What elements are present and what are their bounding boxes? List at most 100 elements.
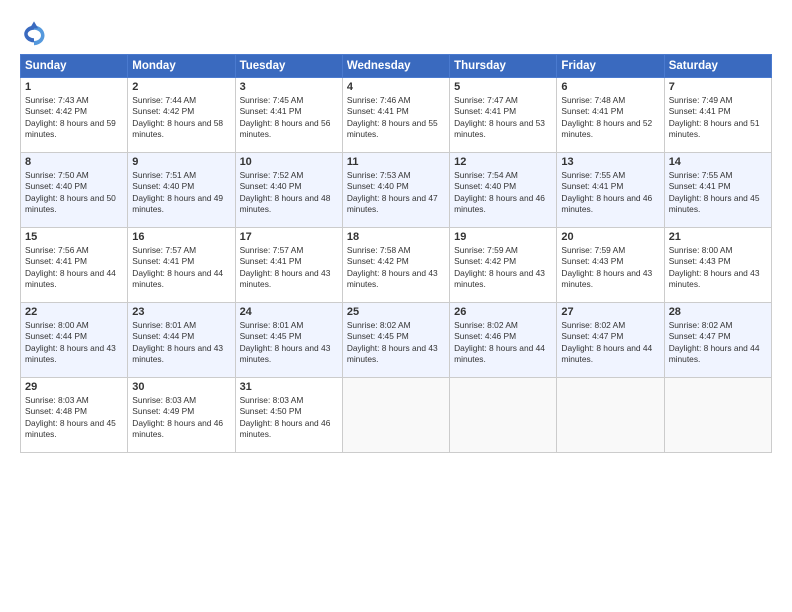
calendar-table: SundayMondayTuesdayWednesdayThursdayFrid… — [20, 54, 772, 453]
cell-info: Sunrise: 7:57 AMSunset: 4:41 PMDaylight:… — [240, 245, 331, 289]
calendar-cell: 7 Sunrise: 7:49 AMSunset: 4:41 PMDayligh… — [664, 78, 771, 153]
day-number: 8 — [25, 156, 123, 168]
calendar-body: 1 Sunrise: 7:43 AMSunset: 4:42 PMDayligh… — [21, 78, 772, 453]
weekday-header: Tuesday — [235, 55, 342, 78]
weekday-header: Thursday — [450, 55, 557, 78]
day-number: 1 — [25, 81, 123, 93]
logo-icon — [20, 20, 48, 48]
day-number: 20 — [561, 231, 659, 243]
cell-info: Sunrise: 7:49 AMSunset: 4:41 PMDaylight:… — [669, 95, 760, 139]
calendar-header: SundayMondayTuesdayWednesdayThursdayFrid… — [21, 55, 772, 78]
cell-info: Sunrise: 7:48 AMSunset: 4:41 PMDaylight:… — [561, 95, 652, 139]
day-number: 14 — [669, 156, 767, 168]
cell-info: Sunrise: 8:00 AMSunset: 4:44 PMDaylight:… — [25, 320, 116, 364]
cell-info: Sunrise: 7:59 AMSunset: 4:42 PMDaylight:… — [454, 245, 545, 289]
day-number: 26 — [454, 306, 552, 318]
calendar-cell: 9 Sunrise: 7:51 AMSunset: 4:40 PMDayligh… — [128, 153, 235, 228]
day-number: 10 — [240, 156, 338, 168]
cell-info: Sunrise: 7:46 AMSunset: 4:41 PMDaylight:… — [347, 95, 438, 139]
calendar-cell: 14 Sunrise: 7:55 AMSunset: 4:41 PMDaylig… — [664, 153, 771, 228]
day-number: 9 — [132, 156, 230, 168]
calendar-cell: 27 Sunrise: 8:02 AMSunset: 4:47 PMDaylig… — [557, 303, 664, 378]
cell-info: Sunrise: 7:57 AMSunset: 4:41 PMDaylight:… — [132, 245, 223, 289]
cell-info: Sunrise: 7:53 AMSunset: 4:40 PMDaylight:… — [347, 170, 438, 214]
day-number: 7 — [669, 81, 767, 93]
cell-info: Sunrise: 8:03 AMSunset: 4:50 PMDaylight:… — [240, 395, 331, 439]
calendar-cell: 3 Sunrise: 7:45 AMSunset: 4:41 PMDayligh… — [235, 78, 342, 153]
day-number: 30 — [132, 381, 230, 393]
cell-info: Sunrise: 7:47 AMSunset: 4:41 PMDaylight:… — [454, 95, 545, 139]
calendar-cell: 21 Sunrise: 8:00 AMSunset: 4:43 PMDaylig… — [664, 228, 771, 303]
weekday-header: Sunday — [21, 55, 128, 78]
cell-info: Sunrise: 7:43 AMSunset: 4:42 PMDaylight:… — [25, 95, 116, 139]
calendar-cell: 1 Sunrise: 7:43 AMSunset: 4:42 PMDayligh… — [21, 78, 128, 153]
calendar-cell: 19 Sunrise: 7:59 AMSunset: 4:42 PMDaylig… — [450, 228, 557, 303]
cell-info: Sunrise: 7:52 AMSunset: 4:40 PMDaylight:… — [240, 170, 331, 214]
calendar-cell: 8 Sunrise: 7:50 AMSunset: 4:40 PMDayligh… — [21, 153, 128, 228]
calendar-cell: 15 Sunrise: 7:56 AMSunset: 4:41 PMDaylig… — [21, 228, 128, 303]
calendar-cell: 31 Sunrise: 8:03 AMSunset: 4:50 PMDaylig… — [235, 378, 342, 453]
cell-info: Sunrise: 7:45 AMSunset: 4:41 PMDaylight:… — [240, 95, 331, 139]
calendar-cell: 20 Sunrise: 7:59 AMSunset: 4:43 PMDaylig… — [557, 228, 664, 303]
calendar-cell: 12 Sunrise: 7:54 AMSunset: 4:40 PMDaylig… — [450, 153, 557, 228]
calendar-week: 8 Sunrise: 7:50 AMSunset: 4:40 PMDayligh… — [21, 153, 772, 228]
logo — [20, 20, 52, 48]
day-number: 19 — [454, 231, 552, 243]
day-number: 3 — [240, 81, 338, 93]
calendar-cell: 26 Sunrise: 8:02 AMSunset: 4:46 PMDaylig… — [450, 303, 557, 378]
calendar-cell — [342, 378, 449, 453]
day-number: 23 — [132, 306, 230, 318]
cell-info: Sunrise: 8:01 AMSunset: 4:44 PMDaylight:… — [132, 320, 223, 364]
calendar-week: 15 Sunrise: 7:56 AMSunset: 4:41 PMDaylig… — [21, 228, 772, 303]
calendar-cell: 2 Sunrise: 7:44 AMSunset: 4:42 PMDayligh… — [128, 78, 235, 153]
day-number: 12 — [454, 156, 552, 168]
calendar-week: 22 Sunrise: 8:00 AMSunset: 4:44 PMDaylig… — [21, 303, 772, 378]
calendar-cell — [664, 378, 771, 453]
calendar-cell: 28 Sunrise: 8:02 AMSunset: 4:47 PMDaylig… — [664, 303, 771, 378]
cell-info: Sunrise: 7:50 AMSunset: 4:40 PMDaylight:… — [25, 170, 116, 214]
day-number: 24 — [240, 306, 338, 318]
day-number: 22 — [25, 306, 123, 318]
cell-info: Sunrise: 8:03 AMSunset: 4:48 PMDaylight:… — [25, 395, 116, 439]
cell-info: Sunrise: 8:02 AMSunset: 4:45 PMDaylight:… — [347, 320, 438, 364]
calendar-cell: 29 Sunrise: 8:03 AMSunset: 4:48 PMDaylig… — [21, 378, 128, 453]
cell-info: Sunrise: 8:00 AMSunset: 4:43 PMDaylight:… — [669, 245, 760, 289]
calendar-cell: 30 Sunrise: 8:03 AMSunset: 4:49 PMDaylig… — [128, 378, 235, 453]
cell-info: Sunrise: 8:02 AMSunset: 4:47 PMDaylight:… — [561, 320, 652, 364]
calendar-cell: 18 Sunrise: 7:58 AMSunset: 4:42 PMDaylig… — [342, 228, 449, 303]
cell-info: Sunrise: 8:03 AMSunset: 4:49 PMDaylight:… — [132, 395, 223, 439]
calendar-cell: 11 Sunrise: 7:53 AMSunset: 4:40 PMDaylig… — [342, 153, 449, 228]
day-number: 16 — [132, 231, 230, 243]
calendar-cell: 16 Sunrise: 7:57 AMSunset: 4:41 PMDaylig… — [128, 228, 235, 303]
day-number: 21 — [669, 231, 767, 243]
header-row: SundayMondayTuesdayWednesdayThursdayFrid… — [21, 55, 772, 78]
cell-info: Sunrise: 7:51 AMSunset: 4:40 PMDaylight:… — [132, 170, 223, 214]
day-number: 18 — [347, 231, 445, 243]
day-number: 4 — [347, 81, 445, 93]
calendar-cell: 25 Sunrise: 8:02 AMSunset: 4:45 PMDaylig… — [342, 303, 449, 378]
cell-info: Sunrise: 8:02 AMSunset: 4:47 PMDaylight:… — [669, 320, 760, 364]
cell-info: Sunrise: 7:44 AMSunset: 4:42 PMDaylight:… — [132, 95, 223, 139]
day-number: 15 — [25, 231, 123, 243]
day-number: 5 — [454, 81, 552, 93]
day-number: 17 — [240, 231, 338, 243]
calendar-cell: 23 Sunrise: 8:01 AMSunset: 4:44 PMDaylig… — [128, 303, 235, 378]
calendar-cell: 10 Sunrise: 7:52 AMSunset: 4:40 PMDaylig… — [235, 153, 342, 228]
cell-info: Sunrise: 7:55 AMSunset: 4:41 PMDaylight:… — [561, 170, 652, 214]
calendar-week: 29 Sunrise: 8:03 AMSunset: 4:48 PMDaylig… — [21, 378, 772, 453]
header — [20, 16, 772, 48]
day-number: 13 — [561, 156, 659, 168]
day-number: 31 — [240, 381, 338, 393]
cell-info: Sunrise: 8:02 AMSunset: 4:46 PMDaylight:… — [454, 320, 545, 364]
day-number: 11 — [347, 156, 445, 168]
cell-info: Sunrise: 7:55 AMSunset: 4:41 PMDaylight:… — [669, 170, 760, 214]
day-number: 27 — [561, 306, 659, 318]
page: SundayMondayTuesdayWednesdayThursdayFrid… — [0, 0, 792, 612]
calendar-cell: 22 Sunrise: 8:00 AMSunset: 4:44 PMDaylig… — [21, 303, 128, 378]
weekday-header: Friday — [557, 55, 664, 78]
calendar-cell: 4 Sunrise: 7:46 AMSunset: 4:41 PMDayligh… — [342, 78, 449, 153]
day-number: 29 — [25, 381, 123, 393]
weekday-header: Monday — [128, 55, 235, 78]
cell-info: Sunrise: 7:56 AMSunset: 4:41 PMDaylight:… — [25, 245, 116, 289]
weekday-header: Saturday — [664, 55, 771, 78]
